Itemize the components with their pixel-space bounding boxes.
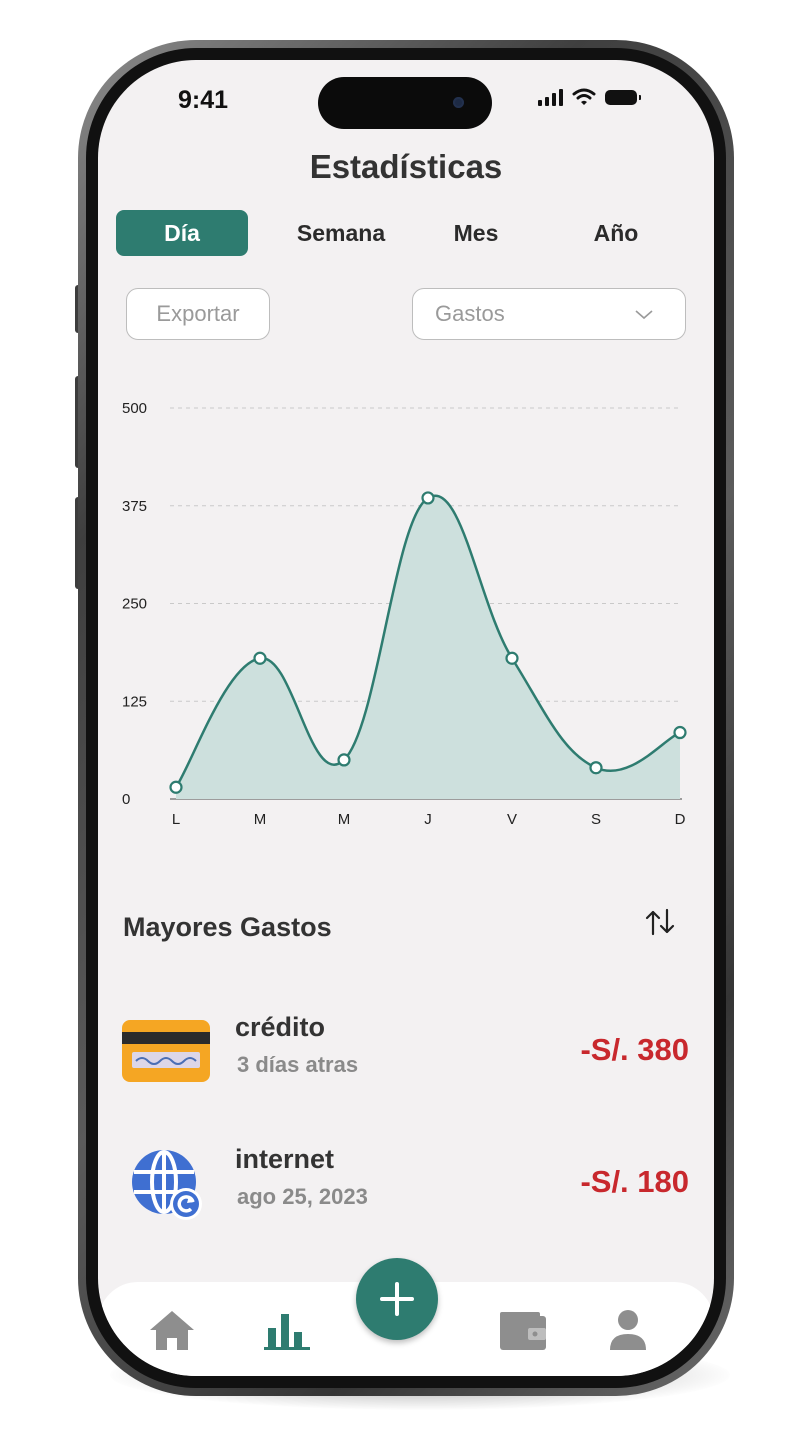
- series-area: [176, 495, 680, 799]
- x-tick-label: M: [254, 811, 267, 828]
- expense-name: crédito: [235, 1012, 326, 1042]
- expense-amount: -S/. 180: [580, 1164, 689, 1199]
- tab-day[interactable]: Día: [116, 210, 248, 256]
- data-point: [169, 780, 183, 794]
- globe-icon: [132, 1150, 202, 1220]
- signal-icon: [538, 88, 563, 106]
- x-tick-label: L: [172, 811, 180, 828]
- battery-icon: [605, 90, 641, 105]
- data-point: [589, 761, 603, 775]
- category-select-value: Gastos: [435, 301, 505, 326]
- y-tick-label: 250: [122, 596, 147, 613]
- wallet-icon[interactable]: [498, 1308, 548, 1352]
- data-point: [337, 753, 351, 767]
- expense-amount: -S/. 380: [580, 1032, 689, 1067]
- expense-date: ago 25, 2023: [237, 1184, 368, 1209]
- x-tick-label: S: [591, 811, 601, 828]
- x-tick-label: J: [424, 811, 432, 828]
- plus-icon: [380, 1282, 414, 1316]
- tab-week[interactable]: Semana: [276, 210, 406, 256]
- y-tick-label: 125: [122, 693, 147, 710]
- sort-icon[interactable]: [643, 904, 679, 940]
- expenses-chart: 0 125 250 375 500 L M M J V S D: [122, 400, 687, 828]
- chevron-down-icon: [635, 310, 653, 320]
- y-tick-label: 375: [122, 498, 147, 515]
- expense-name: internet: [235, 1144, 335, 1174]
- status-time: 9:41: [178, 86, 229, 114]
- period-tabs: Día Semana Mes Año: [116, 210, 696, 258]
- expense-item[interactable]: internet ago 25, 2023 -S/. 180: [98, 1142, 714, 1232]
- tab-month[interactable]: Mes: [426, 210, 526, 256]
- credit-card-icon: [122, 1020, 210, 1082]
- home-icon[interactable]: [148, 1308, 196, 1352]
- data-point: [253, 651, 267, 665]
- app-screen: 9:41 Estadísticas Día Semana Mes Año Exp…: [98, 60, 714, 1376]
- stats-icon[interactable]: [264, 1308, 312, 1352]
- expense-date: 3 días atras: [237, 1052, 359, 1077]
- page-title: Estadísticas: [309, 148, 503, 185]
- x-tick-label: D: [675, 811, 686, 828]
- y-tick-label: 500: [122, 400, 147, 417]
- dynamic-island: [318, 77, 492, 129]
- x-tick-label: M: [338, 811, 351, 828]
- status-icons: [538, 88, 641, 106]
- data-point: [673, 725, 687, 740]
- add-button[interactable]: [356, 1258, 438, 1340]
- category-select[interactable]: Gastos: [412, 288, 686, 340]
- camera-icon: [453, 97, 464, 108]
- data-point: [505, 651, 519, 665]
- tab-year[interactable]: Año: [566, 210, 666, 256]
- x-tick-label: V: [507, 811, 517, 828]
- expense-item[interactable]: crédito 3 días atras -S/. 380: [98, 1010, 714, 1100]
- data-point: [421, 491, 435, 505]
- wifi-icon: [572, 88, 596, 105]
- y-tick-label: 0: [122, 791, 130, 808]
- export-button[interactable]: Exportar: [126, 288, 270, 340]
- top-expenses-title: Mayores Gastos: [123, 912, 332, 942]
- profile-icon[interactable]: [608, 1308, 648, 1352]
